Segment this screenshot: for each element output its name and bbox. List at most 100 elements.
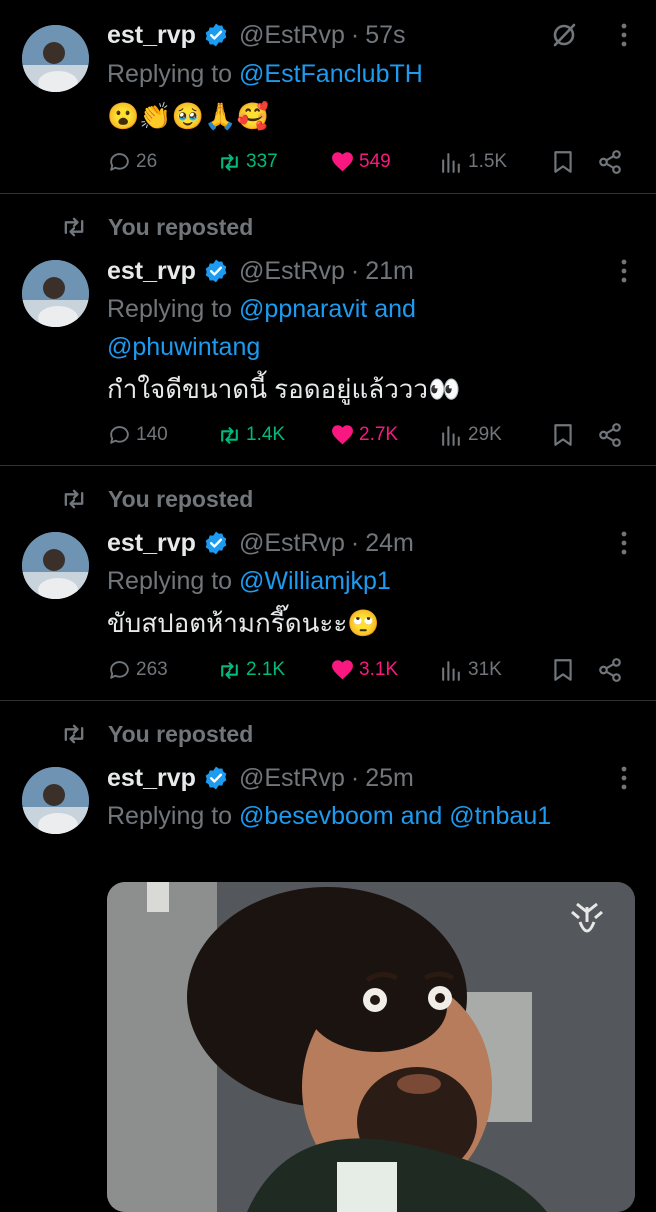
repost-count: 1.4K (246, 424, 286, 445)
repost-button[interactable]: 1.4K (217, 420, 285, 450)
avatar[interactable] (22, 260, 89, 327)
heart-icon (332, 424, 353, 444)
share-icon (599, 658, 621, 682)
action-bar: 26 337 549 1.5K (107, 147, 624, 177)
tweet-text: กำใจดีขนาดนี้ รอดอยู่แล้ววว👀 (107, 374, 461, 404)
timestamp[interactable]: 57s (365, 21, 405, 50)
replying-to-line: Replying to @ppnaravit and @phuwintang (107, 290, 636, 366)
separator-dot: · (350, 20, 360, 49)
bookmark-icon (554, 659, 572, 681)
verified-badge-icon (205, 531, 227, 555)
display-name[interactable]: est_rvp (107, 21, 196, 50)
bookmark-button[interactable] (550, 420, 576, 450)
reply-count: 26 (136, 151, 158, 172)
handle[interactable]: @EstRvp (239, 529, 345, 558)
mention-link[interactable]: @tnbau1 (449, 802, 551, 830)
mention-joiner: and (400, 802, 443, 830)
reply-button[interactable]: 26 (107, 147, 157, 177)
verified-badge-icon (205, 259, 227, 283)
avatar[interactable] (22, 767, 89, 834)
avatar[interactable] (22, 25, 89, 92)
action-bar: 263 2.1K 3.1K 31K (107, 655, 624, 685)
repost-indicator: You reposted (60, 484, 253, 514)
like-button[interactable]: 549 (330, 147, 391, 177)
display-name[interactable]: est_rvp (107, 529, 196, 558)
avatar[interactable] (22, 532, 89, 599)
like-count: 549 (359, 151, 391, 172)
share-icon (599, 423, 621, 447)
tweet-header: est_rvp @EstRvp · 57s (107, 18, 636, 52)
timestamp[interactable]: 24m (365, 529, 414, 558)
like-count: 3.1K (359, 659, 399, 680)
bookmark-button[interactable] (550, 655, 576, 685)
tweet-header: est_rvp @EstRvp · 24m (107, 526, 636, 560)
separator-dot: · (350, 763, 360, 792)
views-button[interactable]: 31K (439, 655, 502, 685)
handle[interactable]: @EstRvp (239, 257, 345, 286)
share-icon (599, 150, 621, 174)
more-options-icon[interactable] (612, 528, 636, 558)
views-button[interactable]: 1.5K (439, 147, 507, 177)
views-chart-icon (442, 660, 460, 681)
bookmark-icon (554, 424, 572, 446)
reply-button[interactable]: 140 (107, 420, 168, 450)
mention-link[interactable]: @EstFanclubTH (239, 60, 423, 88)
reply-button[interactable]: 263 (107, 655, 168, 685)
repost-button[interactable]: 337 (217, 147, 278, 177)
grok-icon[interactable] (550, 21, 578, 49)
mention-link[interactable]: @phuwintang (107, 333, 260, 361)
repost-icon (221, 426, 238, 444)
mention-joiner: and (374, 295, 416, 323)
more-options-icon[interactable] (612, 20, 636, 50)
timestamp[interactable]: 21m (365, 257, 414, 286)
tweet[interactable]: You reposted est_rvp @EstRvp · 24m Reply… (0, 466, 656, 701)
separator-dot: · (350, 256, 360, 285)
tweet[interactable]: You reposted est_rvp @EstRvp · 25m Reply… (0, 701, 656, 1212)
views-button[interactable]: 29K (439, 420, 502, 450)
repost-label[interactable]: You reposted (108, 214, 253, 241)
tweet[interactable]: est_rvp @EstRvp · 57s Replying to @EstFa… (0, 0, 656, 194)
heart-icon (332, 151, 353, 171)
mention-link[interactable]: @besevboom (239, 802, 394, 830)
timestamp[interactable]: 25m (365, 764, 414, 793)
share-button[interactable] (597, 655, 623, 685)
like-button[interactable]: 3.1K (330, 655, 398, 685)
more-options-icon[interactable] (612, 256, 636, 286)
replying-to-label: Replying to (107, 60, 233, 88)
replying-to-line: Replying to @EstFanclubTH (107, 55, 636, 93)
media-illustration (107, 882, 635, 1212)
like-button[interactable]: 2.7K (330, 420, 398, 450)
share-button[interactable] (597, 147, 623, 177)
replying-to-line: Replying to @besevboom and @tnbau1 (107, 797, 636, 835)
handle[interactable]: @EstRvp (239, 21, 345, 50)
verified-badge-icon (205, 23, 227, 47)
repost-label[interactable]: You reposted (108, 721, 253, 748)
handle[interactable]: @EstRvp (239, 764, 345, 793)
display-name[interactable]: est_rvp (107, 764, 196, 793)
reply-count: 140 (136, 424, 168, 445)
reply-icon (110, 425, 129, 444)
share-button[interactable] (597, 420, 623, 450)
timeline-feed: est_rvp @EstRvp · 57s Replying to @EstFa… (0, 0, 656, 1212)
tweet-text: 😮👏🥹🙏🥰 (107, 101, 269, 131)
action-bar: 140 1.4K 2.7K 29K (107, 420, 624, 450)
repost-small-icon (64, 217, 84, 237)
more-options-icon[interactable] (612, 763, 636, 793)
repost-label[interactable]: You reposted (108, 486, 253, 513)
reply-icon (110, 660, 129, 679)
repost-indicator: You reposted (60, 719, 253, 749)
tweet-text: ขับสปอตห้ามกรี๊ดนะะ🙄 (107, 608, 380, 638)
tweet-header: est_rvp @EstRvp · 25m (107, 761, 636, 795)
heart-icon (332, 659, 353, 679)
repost-count: 2.1K (246, 659, 286, 680)
tweet-media-image[interactable] (107, 882, 635, 1212)
tweet[interactable]: You reposted est_rvp @EstRvp · 21m Reply… (0, 194, 656, 466)
views-chart-icon (442, 152, 460, 173)
bookmark-button[interactable] (550, 147, 576, 177)
mention-link[interactable]: @ppnaravit (239, 295, 367, 323)
avatar-image (22, 260, 89, 327)
display-name[interactable]: est_rvp (107, 257, 196, 286)
avatar-image (22, 767, 89, 834)
mention-link[interactable]: @Williamjkp1 (239, 567, 391, 595)
repost-button[interactable]: 2.1K (217, 655, 285, 685)
